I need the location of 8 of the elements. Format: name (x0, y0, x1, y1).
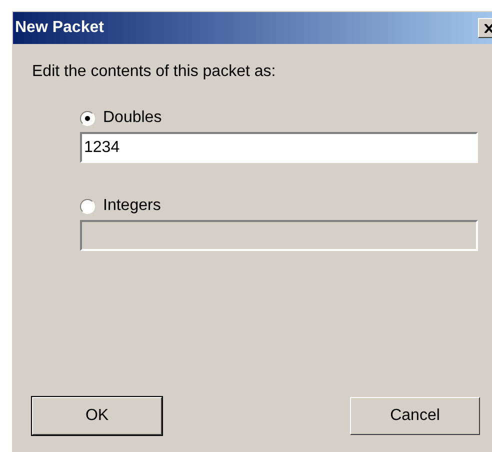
prompt-text: Edit the contents of this packet as: (32, 63, 277, 81)
cancel-button[interactable]: Cancel (350, 397, 480, 435)
radio-button[interactable]: Integers (80, 197, 161, 215)
ok-button[interactable]: OK (32, 397, 162, 435)
radio-button[interactable]: Doubles (80, 109, 162, 127)
window-title: New Packet (15, 19, 105, 37)
close-icon (484, 24, 492, 32)
input-field[interactable]: 1234 (80, 132, 478, 163)
